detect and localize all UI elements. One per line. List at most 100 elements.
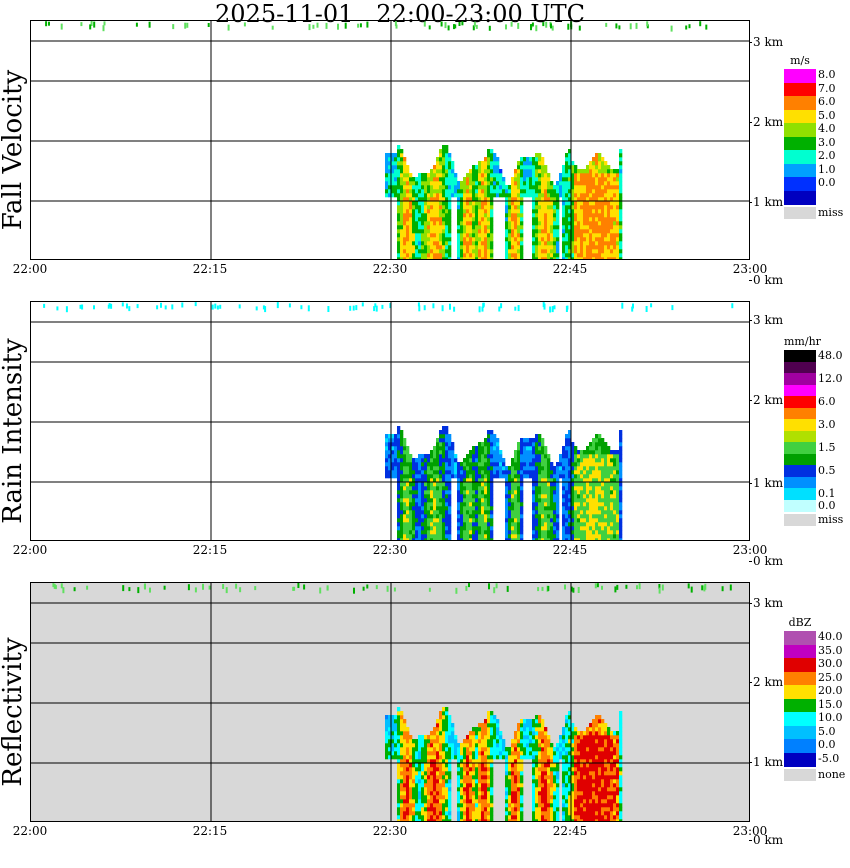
heatmap-cell	[436, 526, 440, 531]
heatmap-cell	[466, 498, 470, 503]
heatmap-cell	[517, 454, 521, 459]
heatmap-cell	[409, 205, 413, 210]
heatmap-cell	[460, 530, 464, 535]
heatmap-cell	[469, 221, 473, 226]
heatmap-cell	[511, 193, 515, 198]
heatmap-cell	[547, 233, 551, 238]
heatmap-cell	[397, 430, 401, 435]
heatmap-cell	[439, 442, 443, 447]
heatmap-cell	[427, 747, 431, 752]
heatmap-cell	[469, 510, 473, 515]
heatmap-cell	[538, 526, 542, 531]
heatmap-cell	[511, 490, 515, 495]
heatmap-cell	[475, 803, 479, 808]
heatmap-cell	[511, 245, 515, 250]
heatmap-cell	[550, 205, 554, 210]
heatmap-cell	[532, 502, 536, 507]
heatmap-cell	[520, 494, 524, 499]
heatmap-cell	[577, 795, 581, 800]
heatmap-cell	[442, 225, 446, 230]
heatmap-cell	[538, 502, 542, 507]
heatmap-cell	[487, 474, 491, 479]
heatmap-cell	[550, 506, 554, 511]
heatmap-cell	[475, 209, 479, 214]
heatmap-cell	[532, 161, 536, 166]
heatmap-cell	[433, 791, 437, 796]
heatmap-cell	[412, 747, 416, 752]
heatmap-cell	[583, 482, 587, 487]
heatmap-cell	[604, 225, 608, 230]
heatmap-cell	[439, 201, 443, 206]
heatmap-cell	[214, 303, 217, 309]
heatmap-cell	[562, 502, 566, 507]
heatmap-cell	[550, 253, 554, 258]
heatmap-cell	[406, 458, 410, 463]
heatmap-cell	[445, 498, 449, 503]
heatmap-cell	[442, 526, 446, 531]
heatmap-cell	[556, 462, 560, 467]
heatmap-cell	[400, 811, 404, 816]
heatmap-cell	[397, 775, 401, 780]
heatmap-cell	[472, 799, 476, 804]
heatmap-cell	[466, 775, 470, 780]
heatmap-cell	[565, 249, 569, 254]
heatmap-cell	[397, 482, 401, 487]
heatmap-cell	[219, 304, 222, 309]
heatmap-cell	[445, 165, 449, 170]
heatmap-cell	[556, 189, 560, 194]
heatmap-cell	[574, 791, 578, 796]
heatmap-cell	[529, 169, 533, 174]
heatmap-cell	[406, 205, 410, 210]
heatmap-cell	[439, 771, 443, 776]
heatmap-cell	[475, 205, 479, 210]
heatmap-cell	[445, 731, 449, 736]
heatmap-cell	[562, 185, 566, 190]
heatmap-cell	[424, 213, 428, 218]
heatmap-cell	[589, 169, 593, 174]
heatmap-cell	[514, 534, 518, 539]
heatmap-cell	[613, 229, 617, 234]
heatmap-cell	[565, 739, 569, 744]
heatmap-cell	[541, 181, 545, 186]
heatmap-cell	[553, 253, 557, 258]
heatmap-cell	[532, 779, 536, 784]
heatmap-cell	[496, 470, 500, 475]
heatmap-cell	[490, 743, 494, 748]
heatmap-cell	[670, 25, 673, 32]
heatmap-cell	[619, 189, 623, 194]
heatmap-cell	[523, 454, 527, 459]
heatmap-cell	[397, 510, 401, 515]
heatmap-cell	[484, 458, 488, 463]
heatmap-cell	[544, 530, 548, 535]
heatmap-cell	[418, 193, 422, 198]
heatmap-cell	[559, 462, 563, 467]
heatmap-cell	[541, 534, 545, 539]
heatmap-cell	[457, 502, 461, 507]
heatmap-cell	[439, 723, 443, 728]
heatmap-cell	[397, 498, 401, 503]
heatmap-cell	[493, 438, 497, 443]
heatmap-cell	[607, 506, 611, 511]
heatmap-cell	[529, 173, 533, 178]
heatmap-cell	[400, 767, 404, 772]
heatmap-cell	[406, 257, 410, 259]
heatmap-cell	[577, 181, 581, 186]
heatmap-cell	[473, 21, 476, 27]
heatmap-cell	[553, 819, 557, 821]
heatmap-cell	[544, 787, 548, 792]
legend-label: 6.0	[818, 95, 836, 108]
heatmap-cell	[559, 755, 563, 760]
heatmap-cell	[535, 165, 539, 170]
heatmap-cell	[400, 743, 404, 748]
heatmap-cell	[577, 522, 581, 527]
heatmap-cell	[511, 783, 515, 788]
heatmap-cell	[574, 522, 578, 527]
legend-swatch	[784, 207, 816, 219]
heatmap-cell	[436, 807, 440, 812]
heatmap-cell	[598, 173, 602, 178]
heatmap-cell	[544, 747, 548, 752]
heatmap-cell	[535, 735, 539, 740]
heatmap-cell	[598, 526, 602, 531]
heatmap-cell	[400, 466, 404, 471]
heatmap-cell	[562, 775, 566, 780]
